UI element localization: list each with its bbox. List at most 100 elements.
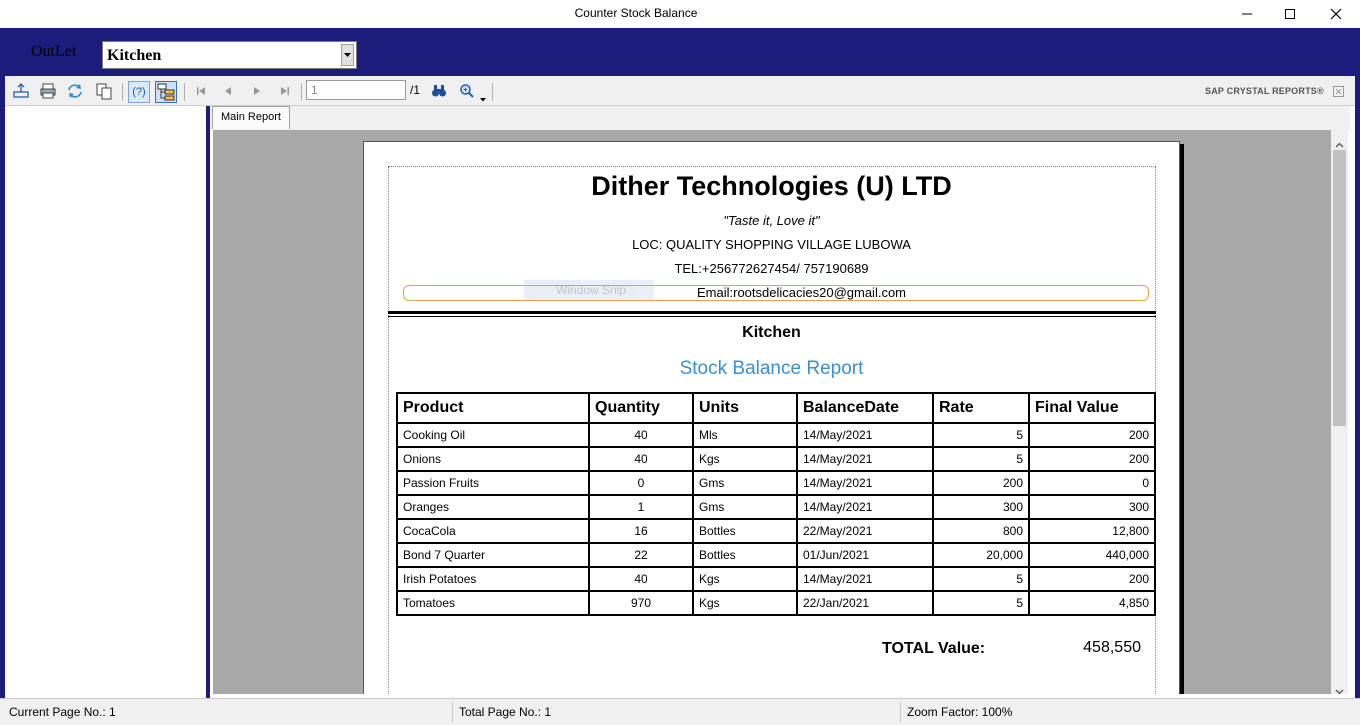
group-tree-panel[interactable] [8,106,206,698]
table-header-row: Product Quantity Units BalanceDate Rate … [396,392,1156,424]
current-page-status: Current Page No.: 1 [9,705,116,719]
header-rule-thick [388,311,1156,314]
balance-date-cell: 14/May/2021 [796,470,934,496]
company-telephone: TEL:+256772627454/ 757190689 [674,261,869,276]
toolbar-separator [301,83,302,101]
frame-right [1355,76,1360,698]
rate-cell: 800 [932,518,1030,544]
print-button[interactable] [38,81,58,101]
zoom-factor-status: Zoom Factor: 100% [907,705,1013,719]
total-page-status: Total Page No.: 1 [459,705,552,719]
units-cell: Kgs [692,566,798,592]
report-toolbar: (?) 1 /1 SAP CRYSTAL REPORTS® [5,76,1355,106]
product-cell: Irish Potatoes [396,566,590,592]
maximize-button[interactable] [1267,0,1313,28]
close-view-button[interactable] [1333,84,1344,97]
table-row: Bond 7 Quarter 22 Bottles 01/Jun/2021 20… [396,542,1156,568]
page-shadow [1180,144,1184,694]
final-value-cell: 4,850 [1028,590,1156,616]
chevron-down-icon [1335,689,1344,695]
quantity-cell: 40 [588,446,694,472]
vertical-scrollbar[interactable] [1331,130,1348,695]
zoom-dropdown-arrow[interactable] [480,89,486,107]
rate-cell: 5 [932,590,1030,616]
export-icon [13,83,29,98]
outlet-name: Kitchen [742,324,801,341]
units-cell: Bottles [692,542,798,568]
panel-splitter[interactable] [206,106,210,698]
copy-button[interactable] [94,81,114,101]
toggle-group-tree-button[interactable] [155,81,177,103]
total-value-label: TOTAL Value: [882,640,986,657]
balance-date-cell: 14/May/2021 [796,446,934,472]
refresh-icon [68,84,82,98]
report-title: Stock Balance Report [679,358,864,379]
column-header: BalanceDate [796,392,934,424]
final-value-cell: 200 [1028,446,1156,472]
product-cell: Oranges [396,494,590,520]
product-cell: Bond 7 Quarter [396,542,590,568]
dropdown-button[interactable] [341,44,354,66]
rate-cell: 200 [932,470,1030,496]
next-page-button[interactable] [247,81,267,101]
report-viewer[interactable]: Dither Technologies (U) LTD "Taste it, L… [213,130,1331,694]
column-header: Quantity [588,392,694,424]
table-row: CocaCola 16 Bottles 22/May/2021 800 12,8… [396,518,1156,544]
first-page-button[interactable] [191,81,211,101]
table-row: Irish Potatoes 40 Kgs 14/May/2021 5 200 [396,566,1156,592]
refresh-button[interactable] [65,81,85,101]
rate-cell: 300 [932,494,1030,520]
rate-cell: 5 [932,422,1030,448]
status-bar: Current Page No.: 1 Total Page No.: 1 Zo… [0,698,1360,725]
maximize-icon [1285,9,1295,19]
zoom-icon [460,84,474,98]
outlet-dropdown[interactable]: Kitchen [102,41,357,69]
zoom-button[interactable] [457,81,477,101]
report-page: Dither Technologies (U) LTD "Taste it, L… [363,141,1180,694]
quantity-cell: 40 [588,566,694,592]
chevron-up-icon [1335,142,1344,148]
status-separator [452,702,453,722]
units-cell: Bottles [692,518,798,544]
column-header: Units [692,392,798,424]
final-value-cell: 12,800 [1028,518,1156,544]
scrollbar-thumb[interactable] [1333,150,1346,426]
column-header: Rate [932,392,1030,424]
total-value-amount: 458,550 [1083,639,1141,656]
company-tagline: "Taste it, Love it" [723,213,820,228]
product-cell: Tomatoes [396,590,590,616]
last-page-icon [281,87,289,95]
sap-crystal-reports-logo: SAP CRYSTAL REPORTS® [1205,86,1324,96]
binoculars-icon [432,85,446,97]
company-location: LOC: QUALITY SHOPPING VILLAGE LUBOWA [632,237,911,252]
minimize-button[interactable] [1224,0,1270,28]
title-bar: Counter Stock Balance [0,0,1360,28]
export-button[interactable] [11,81,31,101]
page-number-input[interactable]: 1 [306,80,406,100]
quantity-cell: 1 [588,494,694,520]
units-cell: Mls [692,422,798,448]
frame-left [0,76,5,698]
previous-page-button[interactable] [218,81,238,101]
tab-main-report[interactable]: Main Report [212,106,290,129]
table-row: Passion Fruits 0 Gms 14/May/2021 200 0 [396,470,1156,496]
outlet-label: OutLet [31,43,77,60]
next-page-icon [254,87,260,95]
status-separator [900,702,901,722]
group-tree-help-button[interactable]: (?) [128,81,150,103]
rate-cell: 20,000 [932,542,1030,568]
outlet-dropdown-value: Kitchen [107,47,162,64]
quantity-cell: 0 [588,470,694,496]
toolbar-separator [184,83,185,101]
help-icon: (?) [132,86,146,98]
header-rule-thin [388,316,1156,317]
page-total-label: /1 [410,83,421,97]
table-row: Oranges 1 Gms 14/May/2021 300 300 [396,494,1156,520]
close-button[interactable] [1313,0,1359,28]
toolbar-separator [122,83,123,101]
table-row: Tomatoes 970 Kgs 22/Jan/2021 5 4,850 [396,590,1156,616]
find-button[interactable] [429,81,449,101]
minimize-icon [1242,13,1252,15]
last-page-button[interactable] [275,81,295,101]
previous-page-icon [225,87,231,95]
